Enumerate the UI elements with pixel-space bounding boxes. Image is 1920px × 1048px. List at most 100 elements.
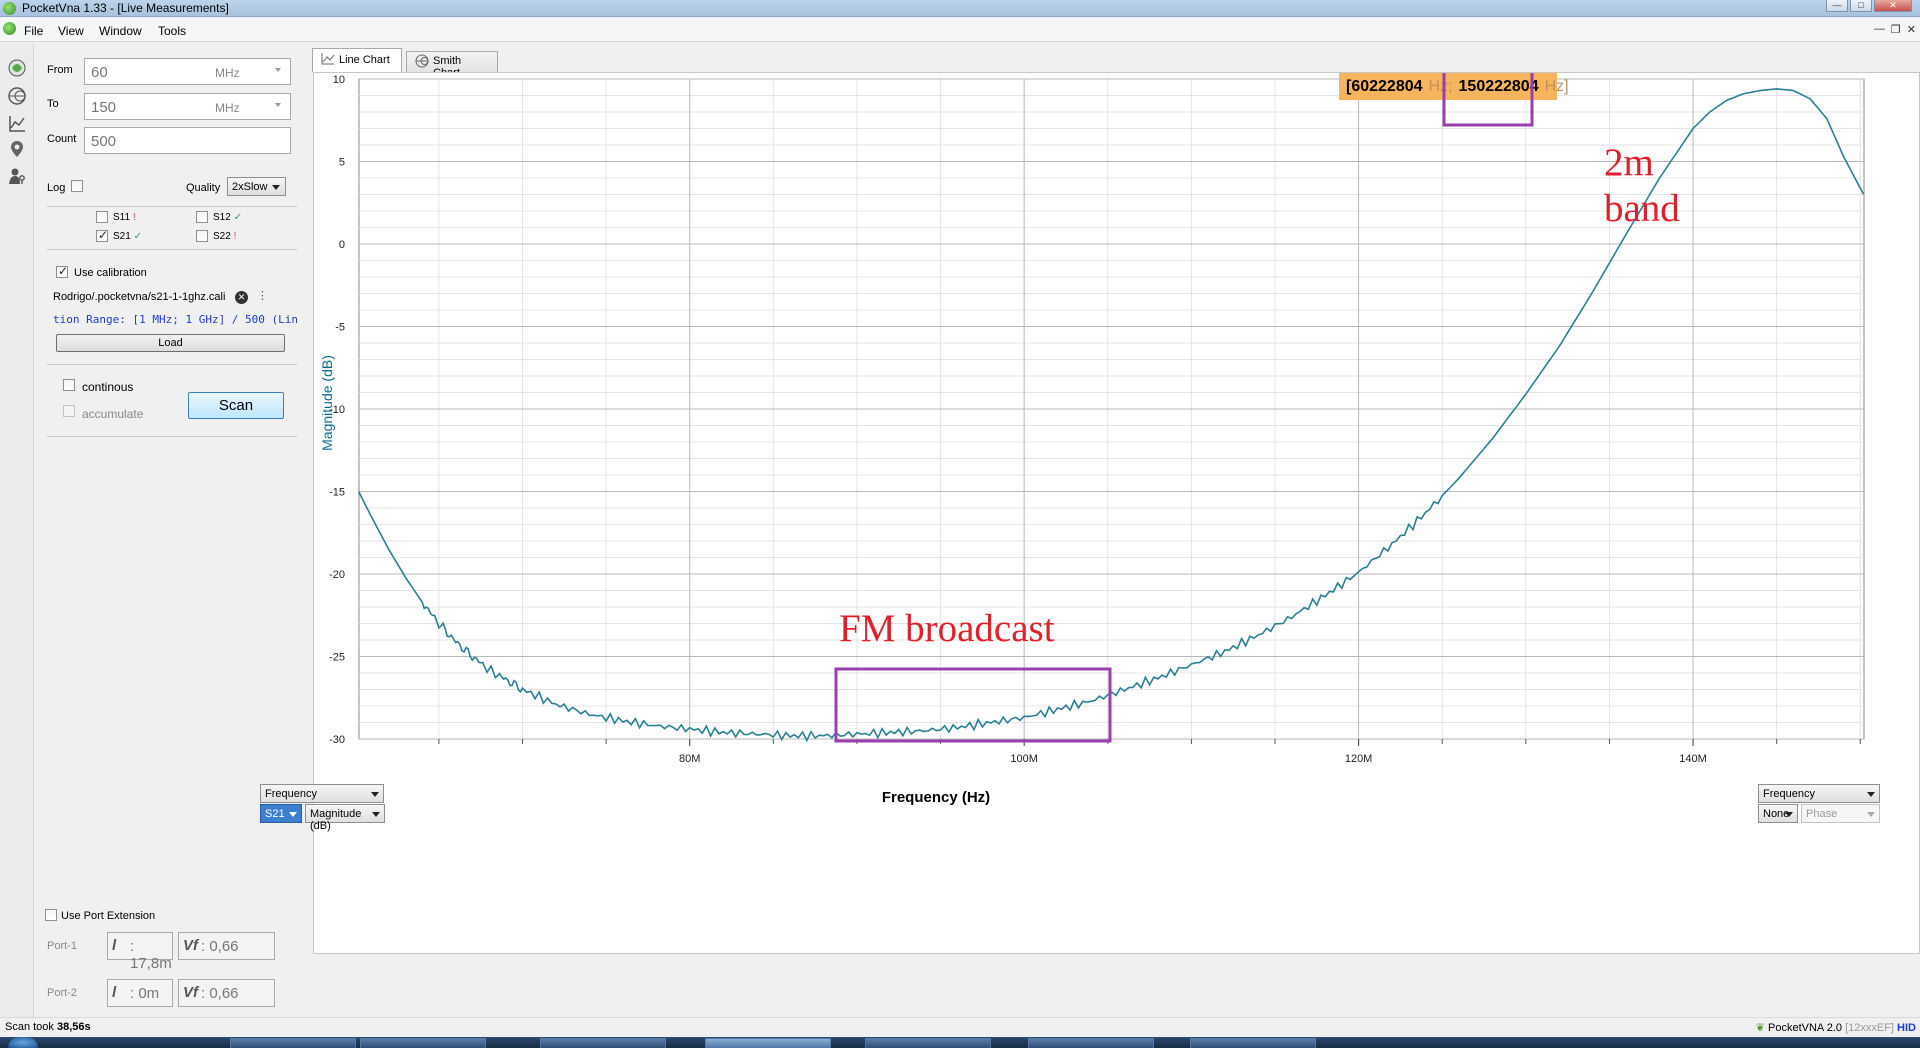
- continous-checkbox[interactable]: [63, 379, 75, 391]
- y-tick-label: -15: [329, 487, 345, 499]
- log-label: Log: [47, 182, 66, 194]
- location-icon[interactable]: [6, 138, 28, 160]
- x-tick-label: 80M: [679, 753, 700, 765]
- from-field[interactable]: 60 MHz: [84, 58, 291, 85]
- param-select-right[interactable]: None: [1758, 804, 1798, 823]
- s21-checkbox[interactable]: [96, 228, 108, 242]
- chart-icon[interactable]: [6, 113, 28, 135]
- smith-icon[interactable]: [6, 85, 28, 107]
- port1-length-field[interactable]: l : 17,8m: [107, 932, 173, 972]
- port2-vf-field[interactable]: Vf : 0,66: [178, 979, 275, 1007]
- x-axis-select-right-value: Frequency: [1763, 788, 1815, 800]
- load-button[interactable]: Load: [56, 334, 285, 352]
- accumulate-checkbox[interactable]: [63, 405, 75, 417]
- taskbar-item[interactable]: [865, 1038, 991, 1048]
- use-port-extension-checkbox[interactable]: [45, 909, 57, 921]
- s22-label: S22 !: [213, 231, 237, 242]
- device-serial: [12xxxEF]: [1845, 1022, 1894, 1034]
- from-value: 60: [91, 64, 108, 81]
- use-calibration-checkbox[interactable]: [56, 264, 68, 278]
- port1-length-value: : 17,8m: [130, 938, 172, 972]
- accumulate-label: accumulate: [82, 407, 144, 421]
- tab-line-chart-label: Line Chart: [339, 54, 390, 66]
- mdi-restore-icon[interactable]: ❐: [1891, 23, 1901, 36]
- s22-checkbox[interactable]: [196, 230, 208, 242]
- measure-select-right[interactable]: Phase: [1801, 804, 1880, 823]
- start-button[interactable]: [8, 1037, 38, 1048]
- status-bar: Scan took 38,56s ❦ PocketVNA 2.0 [12xxxE…: [0, 1017, 1920, 1037]
- port2-length-field[interactable]: l : 0m: [107, 979, 173, 1007]
- 2m-annotation-line1: 2m: [1604, 141, 1654, 184]
- y-tick-label: -25: [329, 652, 345, 664]
- x-axis-select-left[interactable]: Frequency: [260, 784, 384, 803]
- port1-label: Port-1: [47, 940, 77, 952]
- mdi-close-icon[interactable]: ✕: [1907, 23, 1916, 36]
- x-axis-label: Frequency (Hz): [882, 789, 990, 806]
- port-extension-label: Use Port Extension: [61, 910, 156, 922]
- divider: [47, 364, 297, 365]
- maximize-button[interactable]: □: [1850, 0, 1872, 12]
- line-chart[interactable]: 1050-5-10-15-20-25-3080M 100M 120M 140M FM …: [314, 73, 1919, 953]
- menu-view[interactable]: View: [58, 24, 84, 38]
- mdi-minimize-icon[interactable]: —: [1874, 23, 1885, 36]
- quality-dropdown-icon: [272, 185, 280, 190]
- x-tick-label: 140M: [1679, 753, 1707, 765]
- tab-line-chart[interactable]: Line Chart: [312, 48, 402, 72]
- count-label: Count: [47, 133, 77, 145]
- scan-button[interactable]: Scan: [188, 392, 284, 419]
- x-axis-select-right[interactable]: Frequency: [1758, 784, 1880, 803]
- taskbar-item[interactable]: [540, 1038, 666, 1048]
- taskbar-item[interactable]: [360, 1038, 486, 1048]
- vna-logo-icon[interactable]: [6, 57, 28, 79]
- x-tick-label: 100M: [1010, 753, 1038, 765]
- menu-file[interactable]: File: [24, 24, 43, 38]
- more-options-icon[interactable]: ⋮: [257, 289, 268, 302]
- sweep-panel: From 60 MHz To 150 MHz Count 500 Log Qua…: [35, 43, 300, 1017]
- taskbar-item-active[interactable]: [705, 1038, 831, 1048]
- port1-vf-field[interactable]: Vf : 0,66: [178, 932, 275, 960]
- y-axis-label: Magnitude (dB): [319, 355, 335, 451]
- app-menu-icon[interactable]: [3, 22, 16, 35]
- 2m-annotation-line2: band: [1604, 187, 1680, 230]
- scan-status: Scan took 38,56s: [5, 1021, 91, 1033]
- log-checkbox[interactable]: [71, 180, 83, 192]
- device-status: ❦ PocketVNA 2.0 [12xxxEF] HID: [1755, 1022, 1916, 1034]
- port2-length-value: : 0m: [130, 985, 160, 1002]
- s11-warn-icon: !: [132, 212, 136, 223]
- param-select-left[interactable]: S21: [260, 804, 302, 823]
- menu-window[interactable]: Window: [99, 24, 142, 38]
- to-field[interactable]: 150 MHz: [84, 93, 291, 120]
- s12-checkbox[interactable]: [196, 211, 208, 223]
- measure-select-left[interactable]: Magnitude (dB): [305, 804, 385, 832]
- app-icon: [3, 2, 16, 15]
- taskbar-item[interactable]: [1190, 1038, 1316, 1048]
- length-symbol: l: [112, 984, 117, 1001]
- range-unit1: Hz;: [1429, 78, 1453, 95]
- to-dropdown-icon[interactable]: [275, 103, 281, 107]
- range-start: 60222804: [1351, 78, 1422, 95]
- menu-tools[interactable]: Tools: [158, 24, 186, 38]
- s21-ok-icon: ✓: [133, 231, 142, 242]
- count-field[interactable]: 500: [84, 127, 291, 154]
- divider: [47, 249, 297, 250]
- quality-select[interactable]: 2xSlow: [227, 177, 286, 196]
- taskbar-item[interactable]: [1028, 1038, 1154, 1048]
- vf-symbol: Vf: [183, 984, 198, 1001]
- from-dropdown-icon[interactable]: [275, 68, 281, 72]
- clear-calibration-icon[interactable]: ✕: [235, 291, 248, 304]
- taskbar-item[interactable]: [230, 1038, 356, 1048]
- user-key-icon[interactable]: [6, 165, 28, 187]
- range-end: 150222804: [1459, 78, 1539, 95]
- close-button[interactable]: ✕: [1874, 0, 1912, 12]
- minimize-button[interactable]: —: [1826, 0, 1848, 12]
- param-select-left-value: S21: [265, 808, 285, 820]
- line-chart-panel[interactable]: 10 5 0 -5 -10 -15 -20 -25 -30 80M 100M 120M 140M FM …: [313, 72, 1920, 954]
- dropdown-icon: [372, 812, 380, 817]
- s11-checkbox[interactable]: [96, 211, 108, 223]
- dropdown-icon: [289, 812, 297, 817]
- from-unit: MHz: [215, 66, 240, 80]
- measure-select-right-value: Phase: [1806, 808, 1838, 820]
- tab-smith-chart[interactable]: Smith Chart: [406, 51, 498, 79]
- smith-chart-icon: [415, 54, 429, 71]
- device-leaf-icon: ❦: [1755, 1022, 1765, 1034]
